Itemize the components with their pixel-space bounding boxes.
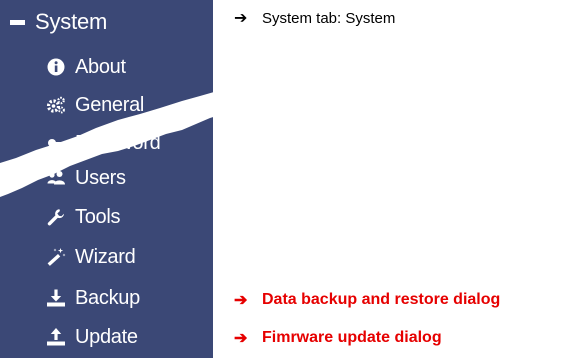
arrow-right-icon: ➔ <box>234 10 248 27</box>
menu-item-label: General <box>75 93 145 116</box>
menu-item-update[interactable]: Update <box>45 323 138 351</box>
annotation-text: Fimrware update dialog <box>262 329 442 346</box>
wrench-icon <box>45 206 67 228</box>
menu-item-password[interactable]: Password <box>45 129 161 157</box>
arrow-right-icon: ➔ <box>234 292 248 309</box>
download-icon <box>45 287 67 309</box>
upload-icon <box>45 326 67 348</box>
users-icon <box>45 167 67 189</box>
menu-item-general[interactable]: General <box>45 91 144 119</box>
key-icon <box>45 132 67 154</box>
menu-item-label: Password <box>75 131 161 154</box>
annotation-system-tab: ➔ System tab: System <box>234 6 395 30</box>
menu-item-wizard[interactable]: Wizard <box>45 243 136 271</box>
annotation-text: System tab: System <box>262 9 396 27</box>
menu-item-label: Tools <box>75 205 121 228</box>
menu-item-users[interactable]: Users <box>45 164 126 192</box>
info-circle-icon <box>45 56 67 78</box>
menu-item-label: About <box>75 55 126 78</box>
annotation-update-dialog: ➔ Fimrware update dialog <box>234 326 442 350</box>
menu-section-label: System <box>35 9 108 34</box>
menu-item-tools[interactable]: Tools <box>45 203 121 231</box>
menu-item-label: Backup <box>75 286 140 309</box>
annotation-backup-dialog: ➔ Data backup and restore dialog <box>234 288 500 312</box>
menu-item-backup[interactable]: Backup <box>45 284 140 312</box>
menu-item-label: Users <box>75 166 126 189</box>
sidebar-menu: System About General Password Users Tool… <box>0 0 213 358</box>
cogs-icon <box>45 94 67 116</box>
arrow-right-icon: ➔ <box>234 330 248 347</box>
menu-item-label: Wizard <box>75 245 136 268</box>
menu-item-label: Update <box>75 325 138 348</box>
menu-item-about[interactable]: About <box>45 53 126 81</box>
minus-icon[interactable] <box>10 19 25 25</box>
magic-wand-icon <box>45 246 67 268</box>
annotation-text: Data backup and restore dialog <box>262 291 501 308</box>
menu-section-system[interactable]: System <box>10 8 107 36</box>
